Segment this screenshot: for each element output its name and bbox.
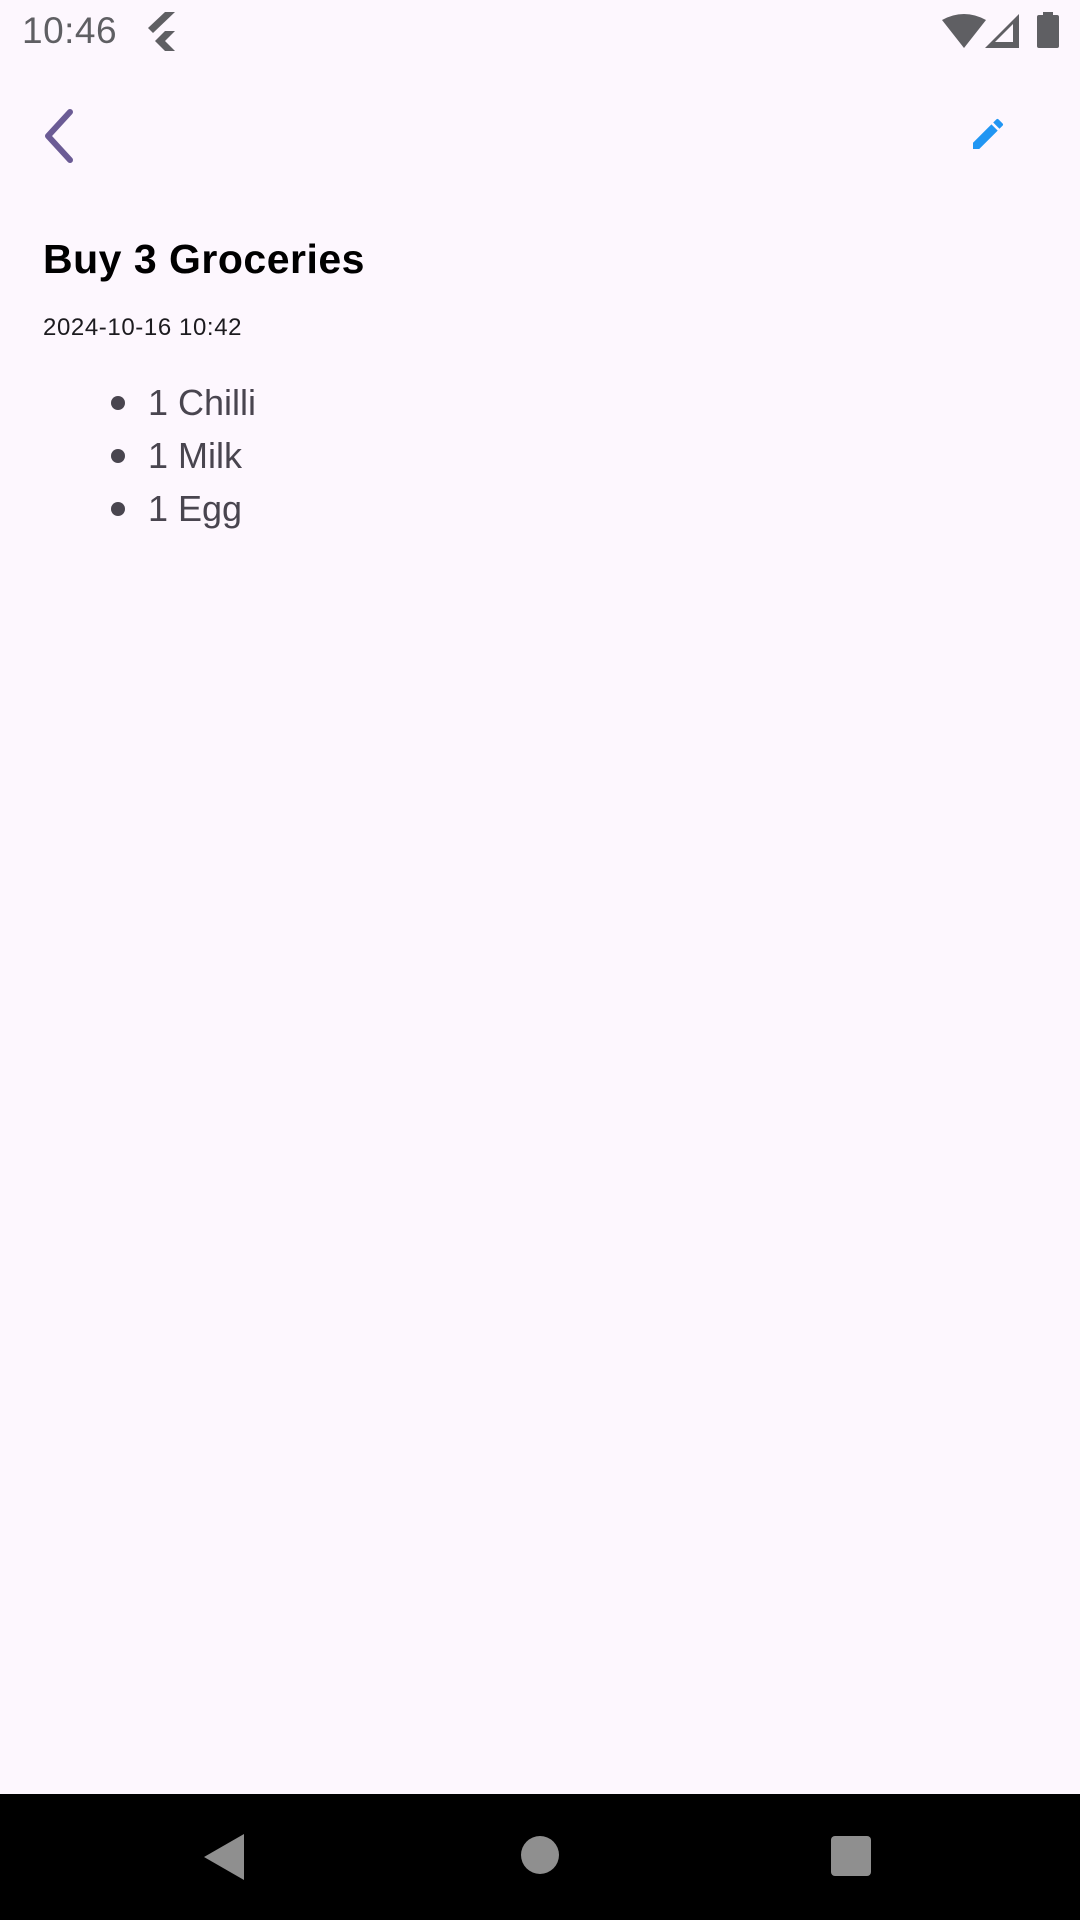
signal-icon [985,14,1019,48]
chevron-left-icon [45,109,73,163]
battery-icon [1037,12,1059,48]
nav-home-icon[interactable] [521,1836,559,1874]
list-item-text: 1 Chilli [148,381,257,423]
flutter-icon [148,12,175,51]
note-date: 2024-10-16 10:42 [43,314,243,341]
note-title: Buy 3 Groceries [43,236,365,282]
nav-recents-icon[interactable] [831,1836,871,1876]
edit-button[interactable] [948,94,1028,174]
bullet-icon [111,501,125,516]
list-item-text: 1 Milk [148,434,243,476]
pencil-icon [973,118,1004,149]
bullet-icon [111,395,125,410]
bullet-icon [111,448,125,463]
wifi-icon [942,14,986,48]
nav-back-icon[interactable] [204,1834,244,1880]
system-nav-bar [0,1794,1080,1920]
status-bar: 10:46 [0,0,1080,64]
app-bar [0,64,1080,208]
list-item-text: 1 Egg [148,487,243,529]
back-button[interactable] [20,96,100,176]
status-time: 10:46 [22,10,118,51]
